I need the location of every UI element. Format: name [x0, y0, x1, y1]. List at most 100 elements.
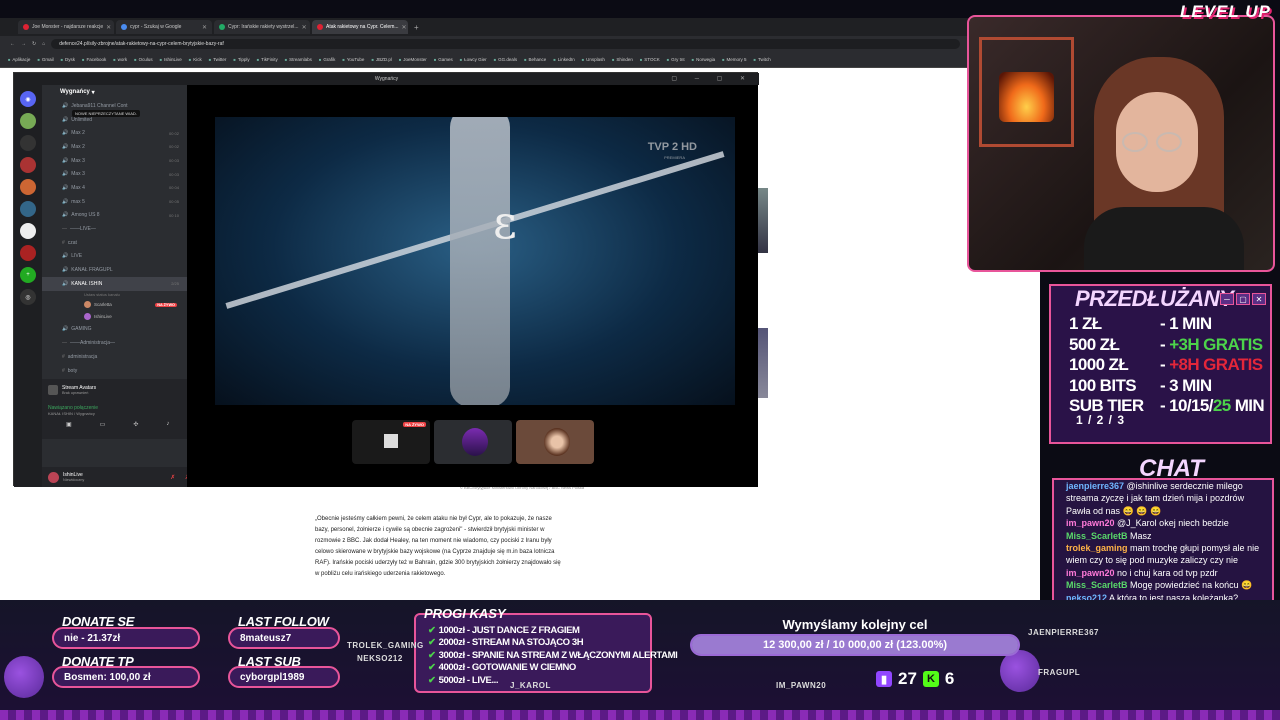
bookmark-item[interactable]: Grafik	[319, 57, 335, 62]
channel-item[interactable]: 🔊 max 5 00 05	[42, 195, 187, 209]
bookmark-item[interactable]: Łowcy Gier	[460, 57, 487, 62]
channel-item[interactable]: # administracja	[42, 350, 187, 364]
server-icon[interactable]	[20, 135, 36, 151]
bookmark-item[interactable]: LinkedIn	[553, 57, 575, 62]
bookmark-item[interactable]: Twitch	[754, 57, 771, 62]
url-input[interactable]: defence24.pl/sily-zbrojne/atak-rakietowy…	[51, 39, 960, 49]
reload-icon[interactable]: ↻	[32, 41, 36, 47]
channel-item[interactable]: — ——LIVE—	[42, 222, 187, 236]
bookmark-item[interactable]: JoeMonster	[399, 57, 427, 62]
server-icon[interactable]	[20, 179, 36, 195]
channel-item[interactable]: — ——Administracja—	[42, 336, 187, 350]
channel-item[interactable]: 🔊 Among US 8 00 10	[42, 209, 187, 223]
channel-item[interactable]: 🔊 Max 4 00 04	[42, 181, 187, 195]
back-icon[interactable]: ←	[10, 41, 15, 47]
channel-item[interactable]: 🔊 GAMING	[42, 323, 187, 337]
bookmark-item[interactable]: Games	[434, 57, 453, 62]
bookmark-item[interactable]: Kick	[189, 57, 202, 62]
server-icon[interactable]	[20, 113, 36, 129]
bookmark-item[interactable]: Behance	[524, 57, 547, 62]
participant-tile[interactable]	[434, 420, 512, 464]
avatar-name-tag: IM_PAWN20	[776, 681, 827, 690]
bookmark-item[interactable]: TikFinity	[257, 57, 278, 62]
screen-share-icon[interactable]: ▭	[100, 421, 106, 428]
channel-item[interactable]: 🔊 LIVE	[42, 250, 187, 264]
bookmark-item[interactable]: JBZD.pl	[371, 57, 392, 62]
bookmark-item[interactable]: Streamlabs	[285, 57, 312, 62]
bookmark-item[interactable]: Tipply	[233, 57, 250, 62]
bookmark-item[interactable]: Shinden	[612, 57, 633, 62]
bookmark-item[interactable]: IshinLive	[160, 57, 182, 62]
bookmark-item[interactable]: Norwegia	[692, 57, 715, 62]
shared-screen-video[interactable]: ε TVP 2 HD PREMIERA	[215, 117, 735, 405]
video-content	[450, 117, 510, 405]
channel-item[interactable]: 🔊 Max 2 00 02	[42, 126, 187, 140]
brand-logo: LEVEL UP	[1180, 2, 1271, 21]
webcam-frame	[967, 15, 1275, 272]
channel-type-icon: 🔊	[62, 198, 69, 205]
discord-home-icon[interactable]: ◉	[20, 91, 36, 107]
server-icon[interactable]	[20, 245, 36, 261]
article-thumbnail[interactable]	[758, 188, 768, 253]
donate-se-value: nie - 21.37zł	[52, 627, 200, 649]
close-icon[interactable]: ✕	[106, 24, 111, 31]
bookmark-item[interactable]: Memory 5	[722, 57, 747, 62]
window-controls[interactable]: ▢ ─ ▢ ✕	[671, 75, 753, 82]
tab-3[interactable]: Atak rakietowy na Cypr. Celem... ✕	[312, 20, 408, 34]
close-icon[interactable]: ✕	[202, 24, 207, 31]
bookmark-item[interactable]: Twitter	[209, 57, 226, 62]
avatar[interactable]	[48, 471, 59, 483]
channel-item[interactable]: 🔊 Max 3 00 03	[42, 167, 187, 181]
bookmark-item[interactable]: Facebook	[82, 57, 106, 62]
channel-item[interactable]: 🔊 Max 2 00 02	[42, 140, 187, 154]
voice-member[interactable]: Scarletta NA ŻYWO	[42, 299, 187, 311]
bookmark-item[interactable]: Gmail	[37, 57, 54, 62]
channel-type-icon: 🔊	[62, 184, 69, 191]
server-name[interactable]: Wygnańcy ▾	[42, 85, 187, 99]
new-tab-button[interactable]: +	[414, 23, 419, 32]
bookmark-item[interactable]: YouTube	[342, 57, 365, 62]
close-icon[interactable]: ✕	[402, 24, 407, 31]
close-icon[interactable]: ✕	[302, 24, 307, 31]
article-thumbnail[interactable]	[758, 328, 768, 398]
reward-text: -	[1160, 355, 1170, 374]
bookmark-item[interactable]: GG.deals	[494, 57, 517, 62]
forward-icon[interactable]: →	[21, 41, 26, 47]
add-server-icon[interactable]: +	[20, 267, 36, 283]
voice-member[interactable]: IshinLive	[42, 311, 187, 323]
channel-status[interactable]: Ustaw status kanału	[42, 291, 187, 299]
tab-strip: Joe Monster - najdarsze reakcje ✕ cypr - …	[0, 18, 1040, 36]
bookmark-item[interactable]: Oculus	[134, 57, 153, 62]
tab-1[interactable]: cypr - Szukaj w Google ✕	[116, 20, 212, 34]
activities-icon[interactable]: ✣	[133, 421, 138, 428]
bookmark-item[interactable]: Aplikacje	[8, 57, 30, 62]
server-icon[interactable]	[20, 157, 36, 173]
channel-item[interactable]: # czat	[42, 236, 187, 250]
channel-kanal-ishin[interactable]: 🔊 KANAŁ ISHIN 2/25	[42, 276, 187, 291]
channel-item[interactable]: 🔊 KANAŁ FRAGUPL	[42, 263, 187, 277]
server-icon[interactable]	[20, 223, 36, 239]
tab-0[interactable]: Joe Monster - najdarsze reakcje ✕	[18, 20, 114, 34]
tab-2[interactable]: Cypr: Irańskie rakiety wystrzel... ✕	[214, 20, 310, 34]
tree-decoration	[1000, 650, 1040, 692]
server-icon[interactable]	[20, 201, 36, 217]
channel-item[interactable]: # boty	[42, 364, 187, 378]
soundboard-icon[interactable]: ♪	[166, 421, 169, 428]
participant-tile[interactable]	[516, 420, 594, 464]
channel-item[interactable]: 🔊 Max 3 00 03	[42, 154, 187, 168]
activity-row[interactable]: Stream Avatars Brak uprawnień	[48, 383, 209, 397]
last-follow-value: 8mateusz7	[228, 627, 340, 649]
camera-icon[interactable]: ▣	[66, 421, 72, 428]
bookmark-item[interactable]: Dysk	[61, 57, 75, 62]
channel-label: ——LIVE—	[70, 226, 96, 233]
bookmark-item[interactable]: STOCK	[640, 57, 659, 62]
bookmark-item[interactable]: work	[113, 57, 128, 62]
goal-item: ✔ 1000zł - JUST DANCE Z FRAGIEM	[428, 625, 580, 636]
bookmark-item[interactable]: Unsplash	[582, 57, 605, 62]
goal-item: ✔ 4000zł - GOTOWANIE W CIEMNO	[428, 662, 576, 673]
home-icon[interactable]: ⌂	[42, 41, 45, 47]
participant-tile[interactable]: NA ŻYWO	[352, 420, 430, 464]
goal-progress-text: 12 300,00 zł / 10 000,00 zł (123.00%)	[762, 639, 948, 651]
bookmark-item[interactable]: Gry tnt	[667, 57, 685, 62]
explore-icon[interactable]: ◎	[20, 289, 36, 305]
